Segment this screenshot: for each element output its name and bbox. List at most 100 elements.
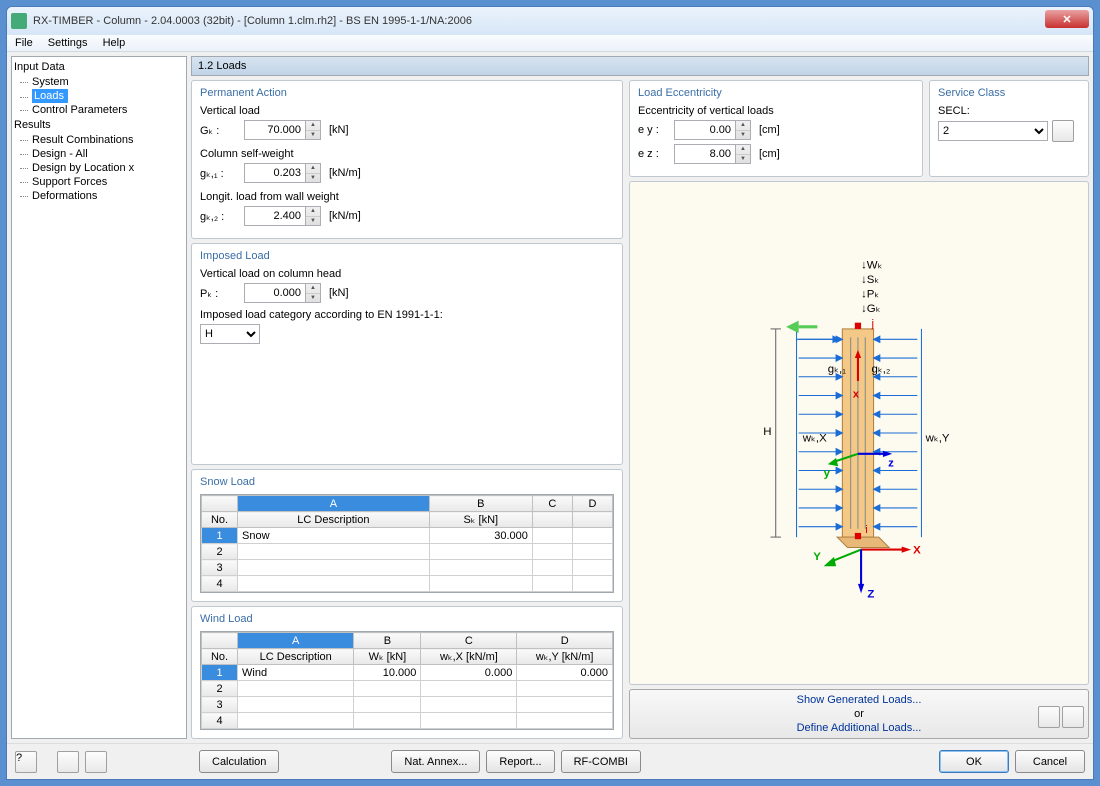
secl-select[interactable]: 2 bbox=[938, 121, 1048, 141]
ecc-legend: Load Eccentricity bbox=[638, 87, 914, 99]
page-title: 1.2 Loads bbox=[191, 56, 1089, 76]
table-row: 1Snow30.000 bbox=[202, 528, 613, 544]
or-label: or bbox=[634, 708, 1084, 720]
gk2-unit: [kN/m] bbox=[329, 210, 361, 222]
gk-input[interactable] bbox=[244, 120, 306, 140]
gk1-input[interactable] bbox=[244, 163, 306, 183]
permanent-legend: Permanent Action bbox=[200, 87, 614, 99]
window-title: RX-TIMBER - Column - 2.04.0003 (32bit) -… bbox=[33, 15, 472, 27]
svg-text:z: z bbox=[888, 457, 894, 469]
pk-unit: [kN] bbox=[329, 287, 349, 299]
help-icon[interactable]: ? bbox=[15, 751, 37, 773]
svg-text:wₖ,X: wₖ,X bbox=[802, 432, 827, 444]
table-row: 4 bbox=[202, 713, 613, 729]
ez-label: e z : bbox=[638, 148, 670, 160]
secl-info-icon[interactable] bbox=[1052, 120, 1074, 142]
calculation-button[interactable]: Calculation bbox=[199, 750, 279, 773]
gk1-unit: [kN/m] bbox=[329, 167, 361, 179]
ey-spinner[interactable]: ▲▼ bbox=[736, 120, 751, 140]
show-generated-loads[interactable]: Show Generated Loads... bbox=[634, 694, 1084, 706]
table-row: 3 bbox=[202, 697, 613, 713]
pk-head-label: Vertical load on column head bbox=[200, 268, 614, 280]
wind-load-group: Wind Load ABCD No.LC DescriptionWₖ [kN]w… bbox=[191, 606, 623, 739]
svg-text:↓Pₖ: ↓Pₖ bbox=[861, 289, 879, 301]
titlebar: RX-TIMBER - Column - 2.04.0003 (32bit) -… bbox=[7, 7, 1093, 35]
gk2-input[interactable] bbox=[244, 206, 306, 226]
close-button[interactable]: ✕ bbox=[1045, 10, 1089, 28]
ez-spinner[interactable]: ▲▼ bbox=[736, 144, 751, 164]
gk-spinner[interactable]: ▲▼ bbox=[306, 120, 321, 140]
menu-help[interactable]: Help bbox=[103, 37, 126, 49]
svg-text:y: y bbox=[824, 468, 831, 480]
cancel-button[interactable]: Cancel bbox=[1015, 750, 1085, 773]
tree-loads[interactable]: Loads bbox=[32, 89, 68, 103]
svg-text:↓Gₖ: ↓Gₖ bbox=[861, 303, 881, 315]
svg-text:wₖ,Y: wₖ,Y bbox=[925, 432, 950, 444]
rfcombi-button[interactable]: RF-COMBI bbox=[561, 750, 641, 773]
define-additional-loads[interactable]: Define Additional Loads... bbox=[634, 722, 1084, 734]
app-window: RX-TIMBER - Column - 2.04.0003 (32bit) -… bbox=[6, 6, 1094, 780]
next-icon[interactable] bbox=[85, 751, 107, 773]
menubar: File Settings Help bbox=[7, 35, 1093, 52]
self-weight-label: Column self-weight bbox=[200, 148, 614, 160]
svg-text:Z: Z bbox=[867, 588, 874, 600]
table-row: 1Wind10.0000.0000.000 bbox=[202, 665, 613, 681]
table-row: 2 bbox=[202, 681, 613, 697]
tree-support-forces[interactable]: Support Forces bbox=[14, 175, 184, 189]
longit-label: Longit. load from wall weight bbox=[200, 191, 614, 203]
tree-design-loc[interactable]: Design by Location x bbox=[14, 161, 184, 175]
tree-input-data[interactable]: Input Data bbox=[14, 59, 184, 75]
snow-load-group: Snow Load ABCD No.LC DescriptionSₖ [kN] … bbox=[191, 469, 623, 602]
tree-design-all[interactable]: Design - All bbox=[14, 147, 184, 161]
permanent-action-group: Permanent Action Vertical load Gₖ : ▲▼ [… bbox=[191, 80, 623, 239]
gk-label: Gₖ : bbox=[200, 124, 240, 137]
app-icon bbox=[11, 13, 27, 29]
svg-text:↓Wₖ: ↓Wₖ bbox=[861, 260, 882, 272]
table-row: 4 bbox=[202, 576, 613, 592]
tree-control-params[interactable]: Control Parameters bbox=[14, 103, 184, 117]
tree-deformations[interactable]: Deformations bbox=[14, 189, 184, 203]
report-button[interactable]: Report... bbox=[486, 750, 554, 773]
menu-settings[interactable]: Settings bbox=[48, 37, 88, 49]
secl-label: SECL: bbox=[938, 105, 1080, 117]
gk1-spinner[interactable]: ▲▼ bbox=[306, 163, 321, 183]
ecc-heading: Eccentricity of vertical loads bbox=[638, 105, 914, 117]
ez-input[interactable] bbox=[674, 144, 736, 164]
tree-results[interactable]: Results bbox=[14, 117, 184, 133]
snow-grid[interactable]: ABCD No.LC DescriptionSₖ [kN] 1Snow30.00… bbox=[200, 494, 614, 593]
imposed-load-group: Imposed Load Vertical load on column hea… bbox=[191, 243, 623, 465]
nat-annex-button[interactable]: Nat. Annex... bbox=[391, 750, 480, 773]
category-label: Imposed load category according to EN 19… bbox=[200, 309, 614, 321]
category-select[interactable]: H bbox=[200, 324, 260, 344]
imposed-legend: Imposed Load bbox=[200, 250, 614, 262]
snow-legend: Snow Load bbox=[200, 476, 614, 488]
wind-grid[interactable]: ABCD No.LC DescriptionWₖ [kN]wₖ,X [kN/m]… bbox=[200, 631, 614, 730]
table-row: 2 bbox=[202, 544, 613, 560]
ok-button[interactable]: OK bbox=[939, 750, 1009, 773]
export-icon[interactable] bbox=[1038, 706, 1060, 728]
pk-spinner[interactable]: ▲▼ bbox=[306, 283, 321, 303]
svg-text:gₖ,₁: gₖ,₁ bbox=[828, 364, 846, 376]
gk1-label: gₖ,₁ : bbox=[200, 167, 240, 180]
import-icon[interactable] bbox=[1062, 706, 1084, 728]
pk-label: Pₖ : bbox=[200, 287, 240, 300]
svg-text:gₖ,₂: gₖ,₂ bbox=[871, 364, 890, 376]
svg-text:x: x bbox=[853, 389, 860, 401]
menu-file[interactable]: File bbox=[15, 37, 33, 49]
svg-text:j: j bbox=[870, 318, 874, 330]
service-class-group: Service Class SECL: 2 bbox=[929, 80, 1089, 177]
tree-system[interactable]: System bbox=[14, 75, 184, 89]
pk-input[interactable] bbox=[244, 283, 306, 303]
svg-text:X: X bbox=[913, 545, 921, 557]
gk-unit: [kN] bbox=[329, 124, 349, 136]
nav-tree: Input Data System Loads Control Paramete… bbox=[11, 56, 187, 739]
prev-icon[interactable] bbox=[57, 751, 79, 773]
table-row: 3 bbox=[202, 560, 613, 576]
ey-input[interactable] bbox=[674, 120, 736, 140]
svc-legend: Service Class bbox=[938, 87, 1080, 99]
column-diagram: ↓Wₖ ↓Sₖ ↓Pₖ ↓Gₖ j H bbox=[629, 181, 1089, 685]
gk2-spinner[interactable]: ▲▼ bbox=[306, 206, 321, 226]
svg-text:Y: Y bbox=[813, 551, 821, 563]
tree-result-comb[interactable]: Result Combinations bbox=[14, 133, 184, 147]
ez-unit: [cm] bbox=[759, 148, 780, 160]
